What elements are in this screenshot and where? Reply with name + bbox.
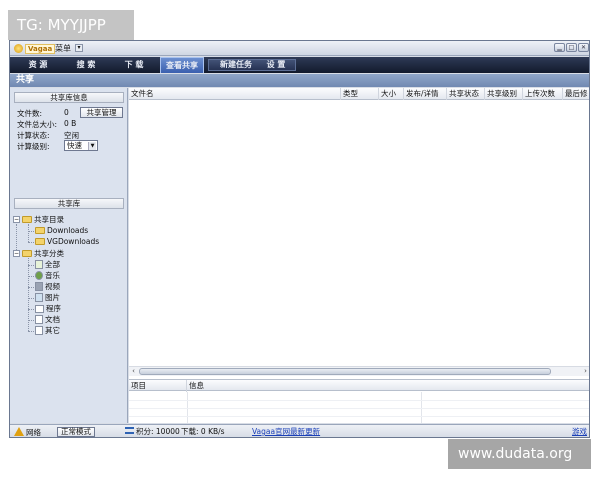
- file-list-panel: 文件名 类型 大小 发布/详情 共享状态 共享级别 上传次数 最后修改 ‹ › …: [129, 88, 589, 423]
- watermark-top: TG: MYYJJPP: [8, 10, 134, 40]
- all-files-icon: [35, 260, 43, 269]
- news-link[interactable]: Vagaa官网最新更新: [252, 427, 320, 437]
- calc-level-select[interactable]: 快速 ▼: [64, 140, 98, 151]
- col-last-modified[interactable]: 最后修改: [563, 88, 589, 100]
- file-count-label: 文件数:: [17, 109, 43, 118]
- status-bar: 网络 正常模式 积分: 10000 下载: 0 KB/s Vagaa官网最新更新…: [10, 424, 589, 437]
- image-icon: [35, 293, 43, 302]
- mode-button[interactable]: 正常模式: [57, 427, 95, 437]
- total-size-label: 文件总大小:: [17, 120, 58, 129]
- scroll-left-icon[interactable]: ‹: [129, 367, 138, 376]
- folder-icon: [35, 227, 45, 234]
- app-window: Vagaa 菜单 ▾ ▁ □ ✕ 资 源 搜 索 下 载 查看共享 新建任务 设…: [9, 40, 590, 438]
- horizontal-scrollbar[interactable]: ‹ ›: [129, 366, 589, 376]
- file-count-value: 0: [64, 108, 69, 117]
- warning-icon: [14, 427, 24, 436]
- scrollbar-thumb[interactable]: [139, 368, 551, 375]
- col-filename[interactable]: 文件名: [129, 88, 341, 100]
- calc-level-label: 计算级别:: [17, 142, 50, 151]
- col-publish-detail[interactable]: 发布/详情: [404, 88, 447, 100]
- calc-level-value: 快速: [67, 141, 82, 150]
- collapse-icon[interactable]: −: [13, 250, 20, 257]
- section-title: 共享: [10, 74, 589, 87]
- calc-status-label: 计算状态:: [17, 131, 50, 140]
- left-panel: 共享库信息 文件数: 0 共享管理 文件总大小: 0 B 计算状态: 空闲 计算…: [10, 88, 128, 423]
- info-table-header: 项目 信息: [129, 379, 589, 392]
- download-speed: 下载: 0 KB/s: [181, 427, 225, 436]
- nav-search[interactable]: 搜 索: [64, 57, 108, 73]
- tree-dir-vgdownloads[interactable]: VGDownloads: [35, 236, 99, 247]
- watermark-bottom: www.dudata.org: [448, 439, 591, 469]
- tree-cat-program[interactable]: 程序: [35, 303, 61, 314]
- col-size[interactable]: 大小: [379, 88, 404, 100]
- file-table-header: 文件名 类型 大小 发布/详情 共享状态 共享级别 上传次数 最后修改: [129, 88, 589, 100]
- main-nav: 资 源 搜 索 下 载 查看共享 新建任务 设 置: [10, 57, 589, 73]
- video-icon: [35, 282, 43, 291]
- collapse-icon[interactable]: −: [13, 216, 20, 223]
- score-status: 积分: 10000: [125, 427, 180, 437]
- menu-button[interactable]: 菜单: [55, 43, 71, 54]
- total-size-value: 0 B: [64, 119, 77, 128]
- menu-dropdown-icon[interactable]: ▾: [75, 44, 83, 52]
- title-bar: Vagaa 菜单 ▾ ▁ □ ✕: [10, 41, 589, 56]
- network-status[interactable]: 网络: [14, 427, 41, 437]
- chevron-down-icon: ▼: [88, 142, 96, 150]
- tree-cat-document[interactable]: 文档: [35, 314, 60, 325]
- col-upload-count[interactable]: 上传次数: [523, 88, 563, 100]
- tree-share-category-root[interactable]: − 共享分类: [13, 248, 64, 259]
- tree-cat-image[interactable]: 图片: [35, 292, 60, 303]
- col-share-status[interactable]: 共享状态: [447, 88, 485, 100]
- music-icon: [35, 271, 43, 280]
- close-button[interactable]: ✕: [578, 43, 589, 52]
- app-logo: Vagaa: [14, 43, 56, 54]
- tree-cat-video[interactable]: 视频: [35, 281, 60, 292]
- tree-cat-other[interactable]: 其它: [35, 325, 60, 336]
- folder-icon: [22, 250, 32, 257]
- file-table-body[interactable]: [129, 101, 589, 366]
- library-info-header: 共享库信息: [14, 92, 124, 103]
- tree-cat-music[interactable]: 音乐: [35, 270, 60, 281]
- tree-share-dir-root[interactable]: − 共享目录: [13, 214, 64, 225]
- maximize-button[interactable]: □: [566, 43, 577, 52]
- share-tree: − 共享目录 Downloads VGDownloads − 共享分类 全部 音…: [13, 214, 125, 342]
- program-icon: [35, 304, 44, 313]
- col-item[interactable]: 项目: [129, 380, 187, 392]
- scroll-right-icon[interactable]: ›: [581, 367, 589, 376]
- share-manage-button[interactable]: 共享管理: [80, 107, 123, 118]
- vagaa-logo-icon: [14, 44, 23, 53]
- col-info[interactable]: 信息: [187, 380, 589, 392]
- other-file-icon: [35, 326, 43, 335]
- app-logo-text: Vagaa: [25, 43, 56, 54]
- minimize-button[interactable]: ▁: [554, 43, 565, 52]
- nav-resources[interactable]: 资 源: [16, 57, 60, 73]
- game-link[interactable]: 游戏: [572, 427, 587, 437]
- col-share-level[interactable]: 共享级别: [485, 88, 523, 100]
- col-type[interactable]: 类型: [341, 88, 379, 100]
- nav-download[interactable]: 下 载: [112, 57, 156, 73]
- folder-icon: [35, 238, 45, 245]
- nav-new-task[interactable]: 新建任务: [213, 57, 259, 73]
- list-icon: [125, 427, 134, 434]
- nav-view-share[interactable]: 查看共享: [160, 57, 204, 73]
- tree-cat-all[interactable]: 全部: [35, 259, 60, 270]
- folder-icon: [22, 216, 32, 223]
- nav-settings[interactable]: 设 置: [259, 57, 293, 73]
- document-icon: [35, 315, 43, 324]
- tree-dir-downloads[interactable]: Downloads: [35, 225, 88, 236]
- library-header: 共享库: [14, 198, 124, 209]
